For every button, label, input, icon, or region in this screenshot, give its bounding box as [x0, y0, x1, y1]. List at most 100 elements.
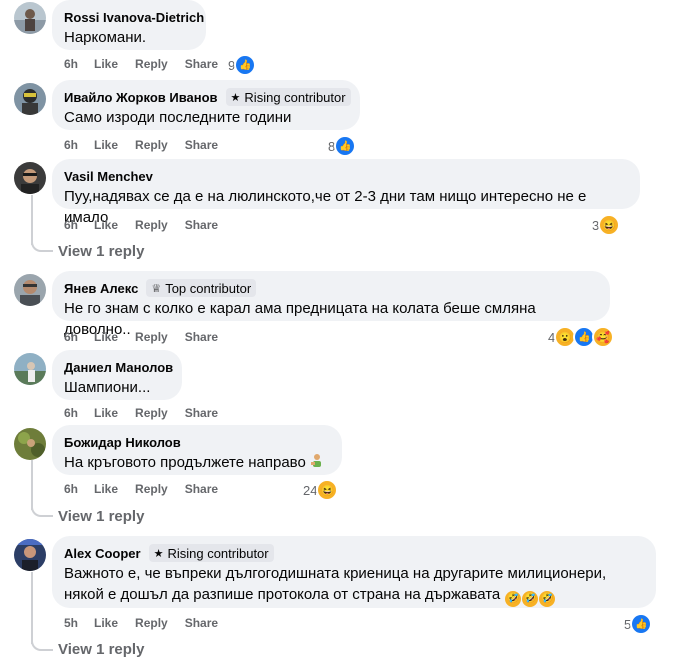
avatar[interactable] [14, 539, 46, 571]
view-replies-link[interactable]: View 1 reply [58, 641, 144, 658]
laughing-emoji-icon: 😆 [598, 214, 621, 236]
commenter-name[interactable]: Vasil Menchev [64, 169, 153, 184]
reaction-summary[interactable]: 5 👍 [624, 613, 653, 635]
badge-label: Rising contributor [244, 89, 346, 105]
laughing-emoji-icon: 😆 [316, 479, 339, 501]
comment-bubble: Vasil Menchev Пуу,надявах се да е на люл… [52, 159, 640, 226]
comment-text: Шампиони... [64, 379, 151, 396]
thread-line [31, 572, 33, 644]
commenter-name[interactable]: Божидар Николов [64, 435, 181, 450]
reply-button[interactable]: Reply [135, 57, 168, 71]
comment-time[interactable]: 5h [64, 616, 78, 630]
commenter-name[interactable]: Alex Cooper [64, 546, 141, 561]
comment-time[interactable]: 6h [64, 406, 78, 420]
like-button[interactable]: Like [94, 138, 118, 152]
contributor-badge[interactable]: ★ Rising contributor [225, 88, 351, 106]
comment-text-content: На кръговото продължете направо [64, 454, 306, 471]
rofl-emoji-icon: 🤣 [539, 591, 556, 607]
comment-text-line-2: някой е дошъл да разпише протокола от ст… [64, 584, 644, 607]
share-button[interactable]: Share [185, 138, 218, 152]
comment-bubble: Янев Алекс ♕ Top contributor Не го знам с… [52, 271, 610, 338]
like-button[interactable]: Like [94, 218, 118, 232]
comment-actions: 6h Like Reply Share [64, 218, 235, 232]
reply-button[interactable]: Reply [135, 616, 168, 630]
comment-actions: 6h Like Reply Share [64, 406, 235, 420]
like-button[interactable]: Like [94, 616, 118, 630]
like-button[interactable]: Like [94, 330, 118, 344]
comment-time[interactable]: 6h [64, 330, 78, 344]
avatar[interactable] [14, 2, 46, 34]
comment-bubble: Ивайло Жорков Иванов ★ Rising contributor… [52, 80, 360, 130]
top-contributor-icon: ♕ [151, 282, 162, 295]
view-replies-link[interactable]: View 1 reply [58, 508, 144, 525]
contributor-badge[interactable]: ★ Rising contributor [148, 544, 274, 562]
star-icon: ★ [153, 547, 164, 560]
thread-curve [31, 240, 53, 252]
comment-time[interactable]: 6h [64, 482, 78, 496]
reply-button[interactable]: Reply [135, 218, 168, 232]
contributor-badge[interactable]: ♕ Top contributor [146, 279, 257, 297]
comment-actions: 6h Like Reply Share [64, 138, 235, 152]
thread-curve [31, 505, 53, 517]
badge-label: Rising contributor [167, 545, 269, 561]
comment-text: На кръговото продължете направо [64, 452, 330, 473]
thread-curve [31, 639, 53, 651]
reply-button[interactable]: Reply [135, 482, 168, 496]
thread-line [31, 460, 33, 510]
share-button[interactable]: Share [185, 482, 218, 496]
commenter-name[interactable]: Даниел Манолов [64, 360, 173, 375]
thread-line [31, 195, 33, 245]
reaction-count: 24 [303, 482, 318, 498]
avatar[interactable] [14, 162, 46, 194]
reaction-summary[interactable]: 3 😆 [592, 214, 621, 236]
comment-time[interactable]: 6h [64, 57, 78, 71]
comment-bubble: Божидар Николов На кръговото продължете … [52, 425, 342, 475]
share-button[interactable]: Share [185, 406, 218, 420]
like-button[interactable]: Like [94, 482, 118, 496]
thumbs-up-icon: 👍 [234, 54, 257, 76]
reply-button[interactable]: Reply [135, 406, 168, 420]
comment-text-line: Важното е, че въпреки дългогодишната кри… [64, 565, 607, 582]
comment-bubble: Даниел Манолов Шампиони... [52, 350, 182, 400]
thumbs-up-icon: 👍 [334, 135, 357, 157]
comment-actions: 5h Like Reply Share [64, 616, 235, 630]
reaction-summary[interactable]: 4 😮 👍 🥰 [548, 326, 615, 348]
comment-text-content: някой е дошъл да разпише протокола от ст… [64, 586, 501, 603]
avatar[interactable] [14, 274, 46, 306]
thumbs-up-icon: 👍 [630, 613, 653, 635]
reaction-summary[interactable]: 24 😆 [303, 479, 339, 501]
commenter-name[interactable]: Янев Алекс [64, 281, 138, 296]
comment-bubble: Rossi Ivanova-Dietrich Наркомани. [52, 0, 206, 50]
commenter-name[interactable]: Ивайло Жорков Иванов [64, 90, 218, 105]
comment-text: Само изроди последните години [64, 109, 292, 126]
like-button[interactable]: Like [94, 57, 118, 71]
rofl-emoji-icon: 🤣 [505, 591, 522, 607]
comment-actions: 6h Like Reply Share [64, 330, 235, 344]
avatar[interactable] [14, 83, 46, 115]
comment-text: Наркомани. [64, 29, 147, 46]
rofl-emoji-icon: 🤣 [522, 591, 539, 607]
reaction-summary[interactable]: 9 👍 [228, 54, 257, 76]
comment-text: Важното е, че въпреки дългогодишната кри… [64, 563, 644, 607]
share-button[interactable]: Share [185, 57, 218, 71]
like-button[interactable]: Like [94, 406, 118, 420]
reply-button[interactable]: Reply [135, 330, 168, 344]
care-emoji-icon: 🥰 [592, 326, 615, 348]
comment-time[interactable]: 6h [64, 138, 78, 152]
star-icon: ★ [230, 91, 241, 104]
badge-label: Top contributor [165, 280, 252, 296]
comment-actions: 6h Like Reply Share [64, 482, 235, 496]
reaction-summary[interactable]: 8 👍 [328, 135, 357, 157]
share-button[interactable]: Share [185, 330, 218, 344]
avatar[interactable] [14, 428, 46, 460]
share-button[interactable]: Share [185, 218, 218, 232]
avatar[interactable] [14, 353, 46, 385]
reply-button[interactable]: Reply [135, 138, 168, 152]
comment-bubble: Alex Cooper ★ Rising contributor Важното … [52, 536, 656, 608]
comment-time[interactable]: 6h [64, 218, 78, 232]
share-button[interactable]: Share [185, 616, 218, 630]
comment-actions: 6h Like Reply Share [64, 57, 235, 71]
commenter-name[interactable]: Rossi Ivanova-Dietrich [64, 10, 204, 25]
person-emoji-icon [309, 453, 325, 469]
view-replies-link[interactable]: View 1 reply [58, 243, 144, 260]
